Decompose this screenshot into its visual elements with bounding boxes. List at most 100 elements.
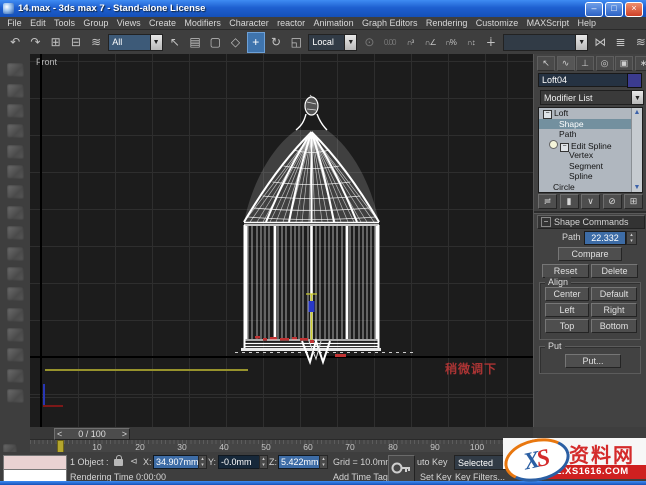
z-coordinate-field[interactable]: 5.422mm [278, 455, 322, 469]
collapse-icon[interactable]: − [560, 142, 569, 152]
menu-character[interactable]: Character [225, 18, 273, 28]
menu-create[interactable]: Create [145, 18, 180, 28]
side-tool-icon[interactable] [6, 83, 24, 98]
side-tool-icon[interactable] [6, 328, 24, 343]
align-icon[interactable]: ≣ [611, 32, 629, 53]
fence-selection-region-icon[interactable]: ◇ [226, 32, 244, 53]
auto-key-button[interactable]: uto Key [417, 457, 448, 467]
maximize-button[interactable]: □ [605, 2, 623, 17]
side-tool-icon[interactable] [6, 389, 24, 404]
snap-spinner-value-icon[interactable]: 0.00 [381, 32, 399, 53]
rect-selection-region-icon[interactable]: ▢ [206, 32, 224, 53]
spinner-arrows-icon[interactable]: ▴ ▾ [626, 231, 637, 245]
stack-row-spline[interactable]: Spline [539, 171, 642, 182]
stack-row-edit-spline[interactable]: − Edit Spline [539, 139, 642, 152]
compare-button[interactable]: Compare [558, 247, 622, 261]
remove-modifier-icon[interactable]: ⊘ [602, 194, 622, 209]
create-tab-icon[interactable]: ↖ [537, 56, 555, 71]
align-top-button[interactable]: Top [545, 319, 589, 333]
side-tool-icon[interactable] [6, 205, 24, 220]
spinner-arrows-icon[interactable]: ▴ ▾ [319, 455, 328, 469]
maxscript-listener-pink[interactable] [3, 455, 67, 470]
chevron-down-icon[interactable]: ▼ [575, 34, 588, 50]
side-tool-icon[interactable] [6, 246, 24, 261]
align-bottom-button[interactable]: Bottom [591, 319, 637, 333]
angle-snap-icon[interactable]: ∩∠ [421, 32, 439, 53]
redo-icon[interactable]: ↷ [26, 32, 44, 53]
bind-to-space-warp-icon[interactable]: ≋ [87, 32, 105, 53]
mirror-icon[interactable]: ⋈ [591, 32, 609, 53]
absolute-mode-icon[interactable]: ⊲ [130, 456, 138, 467]
configure-modifier-sets-icon[interactable]: ⊞ [624, 194, 643, 209]
menu-modifiers[interactable]: Modifiers [180, 18, 225, 28]
delete-button[interactable]: Delete [591, 264, 638, 278]
named-selection-set-combo[interactable]: ▼ [503, 33, 589, 51]
prev-frame-icon[interactable]: < [57, 429, 62, 439]
chevron-down-icon[interactable]: ▼ [149, 34, 162, 50]
align-default-button[interactable]: Default [591, 287, 637, 301]
menu-help[interactable]: Help [573, 18, 600, 28]
display-tab-icon[interactable]: ▣ [615, 56, 633, 71]
menu-file[interactable]: File [3, 18, 26, 28]
curve-editor-icon[interactable]: ≋ [632, 32, 646, 53]
next-frame-icon[interactable]: > [122, 429, 127, 439]
menu-reactor[interactable]: reactor [273, 18, 309, 28]
chevron-down-icon[interactable]: ▼ [344, 34, 357, 50]
hierarchy-tab-icon[interactable]: ⊥ [576, 56, 594, 71]
birdcage-wireframe[interactable] [30, 54, 533, 427]
reference-coordinate-combo[interactable]: Local ▼ [308, 33, 358, 51]
pin-stack-icon[interactable]: ≓ [538, 194, 557, 209]
put-button[interactable]: Put... [565, 354, 621, 368]
side-tool-icon[interactable] [6, 266, 24, 281]
menu-rendering[interactable]: Rendering [422, 18, 472, 28]
menu-group[interactable]: Group [79, 18, 112, 28]
reset-button[interactable]: Reset [542, 264, 589, 278]
side-tool-icon[interactable] [6, 287, 24, 302]
menu-customize[interactable]: Customize [472, 18, 523, 28]
menu-animation[interactable]: Animation [309, 18, 357, 28]
stack-row-circle[interactable]: Circle [539, 182, 642, 193]
select-object-icon[interactable]: ↖ [166, 32, 184, 53]
object-name-field[interactable]: Loft04 [538, 73, 631, 87]
stack-scrollbar[interactable]: ▲ ▼ [631, 108, 642, 192]
stack-row-shape[interactable]: Shape [539, 118, 642, 129]
menu-graph-editors[interactable]: Graph Editors [358, 18, 422, 28]
selection-lock-icon[interactable] [114, 455, 123, 466]
select-and-rotate-icon[interactable]: ↻ [267, 32, 285, 53]
side-tool-icon[interactable] [6, 185, 24, 200]
align-right-button[interactable]: Right [591, 303, 637, 317]
collapse-icon[interactable]: − [543, 110, 552, 119]
x-coordinate-field[interactable]: 34.907mm [153, 455, 201, 469]
object-color-swatch[interactable] [627, 73, 642, 88]
side-tool-icon[interactable] [6, 63, 24, 78]
snaps-toggle-icon[interactable]: ∩³ [401, 32, 419, 53]
side-tool-icon[interactable] [6, 124, 24, 139]
collapse-icon[interactable]: − [541, 217, 551, 227]
scroll-down-icon[interactable]: ▼ [632, 183, 642, 192]
y-coordinate-field[interactable]: -0.0mm [218, 455, 262, 469]
side-tool-icon[interactable] [6, 348, 24, 363]
select-and-manipulate-icon[interactable]: ∔ [482, 32, 500, 53]
select-and-move-icon[interactable]: + [246, 31, 265, 53]
stack-row-segment[interactable]: Segment [539, 161, 642, 172]
select-and-scale-icon[interactable]: ◱ [287, 32, 305, 53]
time-slider-handle[interactable]: < 0 / 100 > [54, 428, 130, 440]
spinner-arrows-icon[interactable]: ▴ ▾ [259, 455, 268, 469]
lightbulb-icon[interactable] [549, 139, 558, 149]
side-tool-icon[interactable] [6, 307, 24, 322]
menu-views[interactable]: Views [113, 18, 145, 28]
side-tool-icon[interactable] [6, 226, 24, 241]
percent-snap-icon[interactable]: ∩% [441, 32, 459, 53]
select-and-link-icon[interactable]: ⊞ [47, 32, 65, 53]
utilities-tab-icon[interactable]: ∗ [634, 56, 646, 71]
make-unique-icon[interactable]: ∨ [581, 194, 600, 209]
align-center-button[interactable]: Center [545, 287, 589, 301]
stack-row-vertex[interactable]: Vertex [539, 150, 642, 161]
side-tool-icon[interactable] [6, 144, 24, 159]
path-value-field[interactable]: 22.332 [584, 231, 626, 245]
minimize-button[interactable]: – [585, 2, 603, 17]
undo-icon[interactable]: ↶ [6, 32, 24, 53]
side-tool-icon[interactable] [6, 103, 24, 118]
side-tool-icon[interactable] [6, 368, 24, 383]
time-slider[interactable]: < 0 / 100 > [30, 427, 533, 440]
